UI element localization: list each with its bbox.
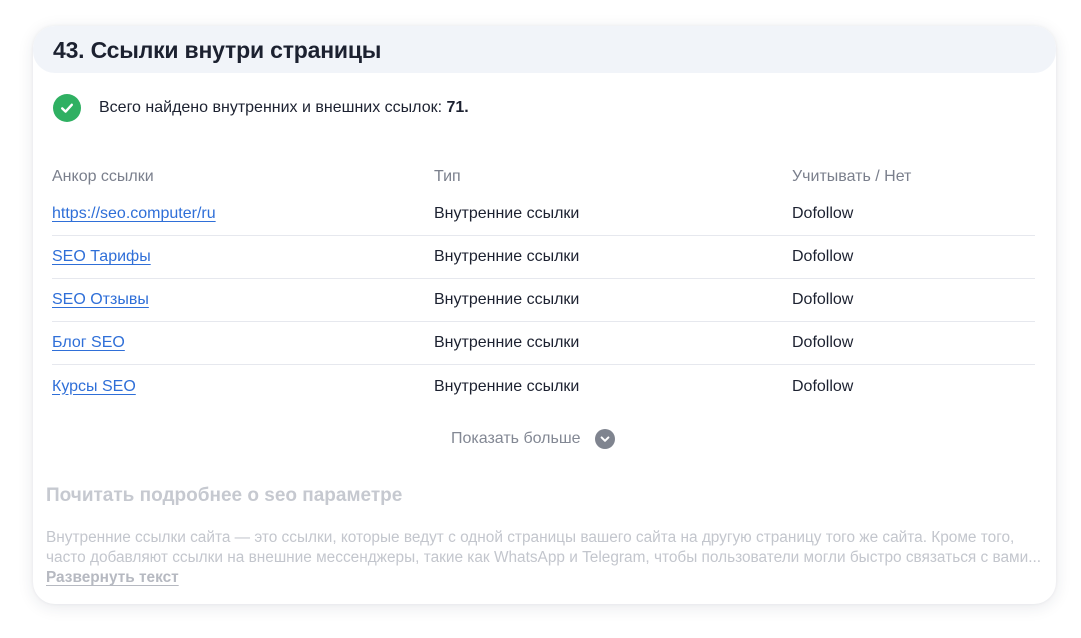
links-section-card: 43. Ссылки внутри страницы Всего найдено… [33, 26, 1056, 604]
summary-label: Всего найдено внутренних и внешних ссыло… [99, 99, 447, 116]
link-follow: Dofollow [792, 248, 854, 265]
table-header: Анкор ссылки Тип Учитывать / Нет [52, 168, 1035, 200]
column-header-anchor: Анкор ссылки [52, 168, 154, 185]
link-type: Внутренние ссылки [434, 377, 580, 395]
links-table: Анкор ссылки Тип Учитывать / Нет https:/… [52, 168, 1035, 408]
show-more-button[interactable]: Показать больше [451, 429, 615, 449]
summary-text: Всего найдено внутренних и внешних ссыло… [99, 99, 469, 117]
read-more-text: Внутренние ссылки сайта — это ссылки, ко… [46, 528, 1046, 588]
links-count: 71. [446, 99, 469, 116]
table-row: SEO Отзывы Внутренние ссылки Dofollow [52, 279, 1035, 322]
section-title: 43. Ссылки внутри страницы [53, 37, 382, 63]
read-more-body: Внутренние ссылки сайта — это ссылки, ко… [46, 529, 1042, 566]
column-header-type: Тип [434, 168, 461, 185]
link-type: Внутренние ссылки [434, 205, 580, 222]
anchor-link[interactable]: SEO Тарифы [52, 248, 151, 265]
table-row: SEO Тарифы Внутренние ссылки Dofollow [52, 236, 1035, 279]
check-circle-icon [53, 94, 81, 122]
anchor-link[interactable]: Блог SEO [52, 334, 125, 351]
link-follow: Dofollow [792, 377, 854, 395]
table-row: Блог SEO Внутренние ссылки Dofollow [52, 322, 1035, 365]
table-row: Курсы SEO Внутренние ссылки Dofollow [52, 365, 1035, 408]
table-row: https://seo.computer/ru Внутренние ссылк… [52, 200, 1035, 236]
anchor-link[interactable]: Курсы SEO [52, 378, 136, 395]
link-follow: Dofollow [792, 334, 854, 351]
anchor-link[interactable]: SEO Отзывы [52, 291, 149, 308]
link-type: Внутренние ссылки [434, 334, 580, 351]
section-header: 43. Ссылки внутри страницы [33, 26, 1056, 73]
expand-text-link[interactable]: Развернуть текст [46, 569, 179, 586]
anchor-link[interactable]: https://seo.computer/ru [52, 205, 216, 222]
chevron-down-icon [594, 429, 615, 449]
link-follow: Dofollow [792, 205, 854, 222]
link-type: Внутренние ссылки [434, 248, 580, 265]
link-type: Внутренние ссылки [434, 291, 580, 308]
column-header-follow: Учитывать / Нет [792, 168, 912, 185]
show-more-label: Показать больше [451, 430, 581, 447]
read-more-title: Почитать подробнее о seo параметре [46, 485, 403, 506]
link-follow: Dofollow [792, 291, 854, 308]
summary-line: Всего найдено внутренних и внешних ссыло… [53, 94, 469, 122]
